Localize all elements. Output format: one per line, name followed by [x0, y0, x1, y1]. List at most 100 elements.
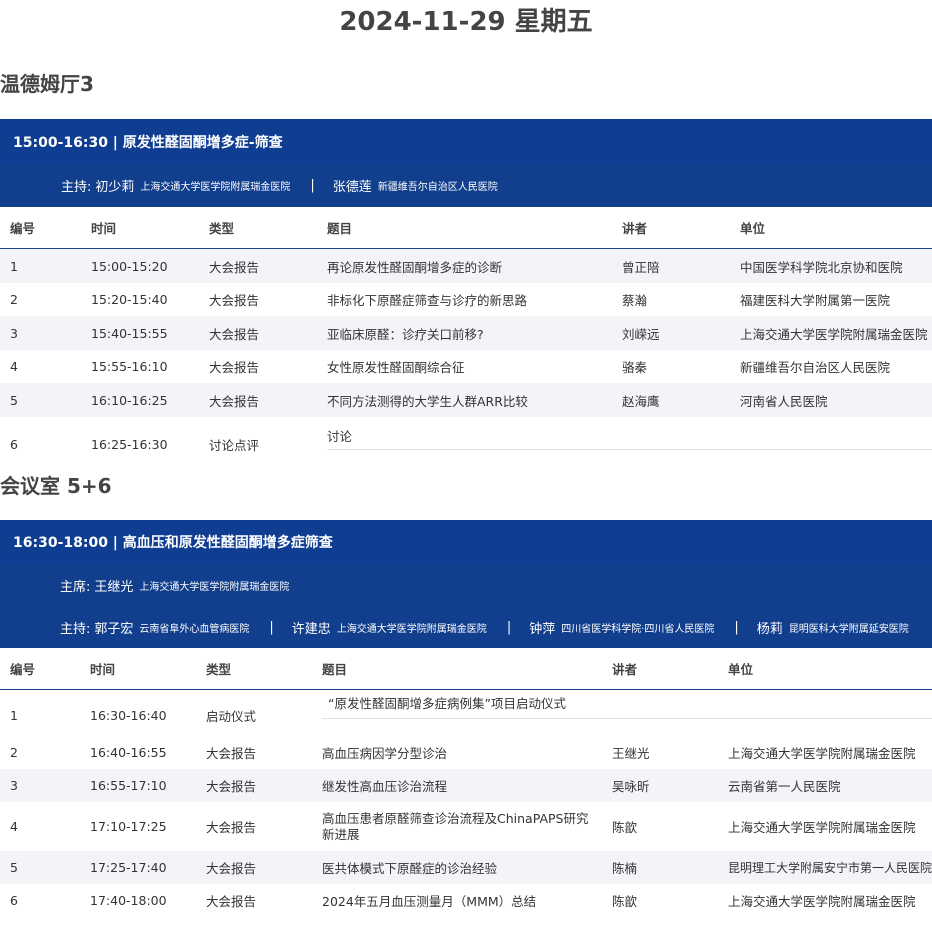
row-no: 4	[10, 819, 18, 834]
row-no: 1	[10, 707, 18, 723]
row-time: 15:55-16:10	[91, 359, 168, 374]
table-header: 编号 时间 类型 题目 讲者 单位	[0, 207, 932, 249]
chair-institution: 新疆维吾尔自治区人民医院	[377, 182, 498, 193]
row-topic: “原发性醛固酮增多症病例集”项目启动仪式	[322, 693, 932, 719]
row-no: 1	[10, 258, 18, 274]
row-unit: 新疆维吾尔自治区人民医院	[740, 360, 891, 375]
row-speaker: 蔡瀚	[622, 293, 648, 308]
row-type: 大会报告	[209, 326, 260, 342]
row-time: 16:10-16:25	[91, 392, 168, 408]
chair-role-label: 主持:	[61, 180, 92, 195]
row-type: 大会报告	[206, 820, 257, 835]
table-row: 2 15:20-15:40 大会报告 非标化下原醛症筛查与诊疗的新思路 蔡瀚 福…	[0, 283, 932, 316]
row-topic: 继发性高血压诊治流程	[322, 779, 448, 794]
room-title: 会议室 5+6	[0, 474, 112, 498]
row-time: 16:55-17:10	[90, 778, 167, 793]
row-no: 2	[10, 745, 18, 760]
row-time: 17:40-18:00	[90, 893, 167, 908]
chair-institution: 上海交通大学医学院附属瑞金医院	[139, 581, 290, 593]
row-unit: 上海交通大学医学院附属瑞金医院	[728, 820, 916, 835]
row-unit: 中国医学科学院北京协和医院	[740, 259, 903, 275]
chair-institution: 上海交通大学医学院附属瑞金医院	[140, 182, 291, 193]
row-unit: 昆明理工大学附属安宁市第一人民医院	[728, 861, 932, 875]
col-header-unit: 单位	[728, 662, 754, 677]
row-speaker: 刘嵘远	[622, 326, 660, 342]
col-header-topic: 题目	[322, 662, 348, 677]
row-topic: 高血压病因学分型诊治	[322, 746, 448, 761]
host-institution: 昆明医科大学附属延安医院	[788, 623, 909, 635]
table-row: 6 17:40-18:00 大会报告 2024年五月血压测量月（MMM）总结 陈…	[0, 884, 932, 917]
row-time: 15:20-15:40	[91, 292, 168, 307]
table-row: 1 15:00-15:20 大会报告 再论原发性醛固酮增多症的诊断 曾正陪 中国…	[0, 249, 932, 283]
session-title: 15:00-16:30 | 原发性醛固酮增多症-筛查	[0, 119, 932, 164]
row-topic: 亚临床原醛：诊疗关口前移?	[327, 326, 484, 342]
row-speaker: 曾正陪	[622, 259, 660, 275]
row-no: 6	[10, 436, 18, 452]
row-unit: 云南省第一人民医院	[728, 779, 841, 794]
col-header-speaker: 讲者	[612, 662, 638, 677]
host-role-label: 主持:	[60, 621, 91, 637]
session-banner: 16:30-18:00 | 高血压和原发性醛固酮增多症筛查 主席: 王继光 上海…	[0, 520, 932, 648]
row-no: 6	[10, 893, 18, 908]
row-type: 大会报告	[209, 360, 260, 375]
row-no: 2	[10, 292, 18, 307]
col-header-time: 时间	[90, 662, 116, 677]
row-topic: 女性原发性醛固酮综合征	[327, 360, 465, 375]
row-time: 17:25-17:40	[90, 860, 167, 875]
row-no: 5	[10, 860, 18, 875]
host-name: 杨莉	[756, 621, 783, 637]
row-unit: 上海交通大学医学院附属瑞金医院	[728, 746, 916, 761]
divider: |	[269, 619, 274, 635]
table-header: 编号 时间 类型 题目 讲者 单位	[0, 648, 932, 690]
row-time: 16:25-16:30	[91, 436, 168, 452]
row-no: 3	[10, 778, 18, 793]
divider: |	[506, 619, 512, 635]
row-time: 16:30-16:40	[90, 707, 167, 723]
chair-name: 张德莲	[332, 180, 372, 195]
row-time: 15:40-15:55	[91, 325, 168, 341]
row-speaker: 骆秦	[622, 360, 648, 375]
row-speaker: 陈楠	[612, 861, 638, 876]
col-header-topic: 题目	[327, 221, 353, 236]
date-title: 2024-11-29 星期五	[339, 7, 593, 37]
row-unit: 河南省人民医院	[740, 393, 828, 409]
row-topic: 非标化下原醛症筛查与诊疗的新思路	[327, 293, 528, 308]
host-institution: 四川省医学科学院·四川省人民医院	[561, 623, 715, 635]
col-header-time: 时间	[91, 221, 117, 236]
row-topic: 讨论	[327, 426, 932, 450]
host-institution: 上海交通大学医学院附属瑞金医院	[336, 623, 487, 635]
row-type: 大会报告	[206, 779, 257, 794]
chair-name: 初少莉	[95, 180, 135, 195]
table-row: 5 16:10-16:25 大会报告 不同方法测得的大学生人群ARR比较 赵海鹰…	[0, 383, 932, 417]
col-header-unit: 单位	[740, 221, 766, 236]
row-time: 17:10-17:25	[90, 819, 167, 834]
table-row: 1 16:30-16:40 启动仪式 “原发性醛固酮增多症病例集”项目启动仪式	[0, 690, 932, 736]
table-row: 2 16:40-16:55 大会报告 高血压病因学分型诊治 王继光 上海交通大学…	[0, 736, 932, 769]
row-speaker: 陈歆	[612, 820, 638, 835]
host-row: 主持: 郭子宏 云南省阜外心血管病医院 | 许建忠 上海交通大学医学院附属瑞金医…	[0, 606, 932, 648]
table-row: 4 15:55-16:10 大会报告 女性原发性醛固酮综合征 骆秦 新疆维吾尔自…	[0, 350, 932, 383]
row-type: 大会报告	[206, 894, 257, 909]
col-header-no: 编号	[10, 662, 36, 677]
row-type: 大会报告	[209, 293, 260, 308]
col-header-no: 编号	[10, 221, 36, 236]
host-name: 许建忠	[291, 621, 331, 637]
row-topic: 2024年五月血压测量月（MMM）总结	[322, 894, 537, 909]
row-type: 大会报告	[209, 259, 260, 275]
row-time: 15:00-15:20	[91, 258, 168, 274]
row-no: 4	[10, 359, 18, 374]
row-unit: 上海交通大学医学院附属瑞金医院	[728, 894, 916, 909]
row-type: 讨论点评	[209, 437, 260, 453]
row-speaker: 王继光	[612, 746, 650, 761]
row-type: 大会报告	[206, 861, 257, 876]
row-time: 16:40-16:55	[90, 745, 167, 760]
row-unit: 福建医科大学附属第一医院	[740, 293, 891, 308]
host-name: 钟萍	[529, 621, 556, 637]
schedule-table: 编号 时间 类型 题目 讲者 单位 1 15:00-15:20 大会报告 再论原…	[0, 207, 932, 463]
row-topic: 再论原发性醛固酮增多症的诊断	[327, 259, 503, 275]
row-topic: 医共体模式下原醛症的诊治经验	[322, 861, 498, 876]
row-type: 大会报告	[209, 393, 260, 409]
col-header-type: 类型	[206, 662, 232, 677]
divider: |	[734, 619, 739, 635]
table-row: 5 17:25-17:40 大会报告 医共体模式下原醛症的诊治经验 陈楠 昆明理…	[0, 851, 932, 884]
